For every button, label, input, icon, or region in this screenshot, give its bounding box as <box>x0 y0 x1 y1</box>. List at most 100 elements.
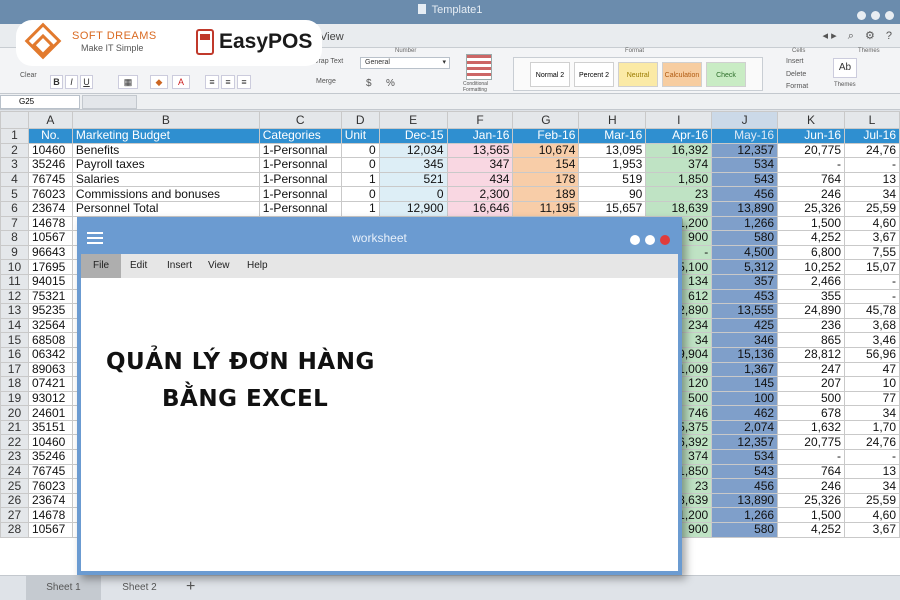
table-cell[interactable]: 3,46 <box>844 332 900 348</box>
table-cell[interactable]: - <box>844 273 900 290</box>
row-header[interactable]: 15 <box>0 332 29 348</box>
row-header[interactable]: 26 <box>0 492 29 509</box>
row-header[interactable]: 18 <box>0 376 29 392</box>
table-cell[interactable]: 24,890 <box>777 303 845 319</box>
table-cell[interactable]: 11,195 <box>512 200 580 217</box>
merge-button[interactable]: Merge <box>316 78 336 85</box>
row-header[interactable]: 16 <box>0 346 29 363</box>
sheet-tab-1[interactable]: Sheet 1 <box>26 576 101 600</box>
table-cell[interactable]: 1,850 <box>645 171 713 188</box>
table-cell[interactable]: 45,78 <box>844 303 900 319</box>
table-cell[interactable]: 500 <box>777 390 845 407</box>
table-cell[interactable]: 4,500 <box>711 244 779 261</box>
table-cell[interactable]: 13,565 <box>446 142 514 159</box>
table-cell[interactable]: 24,76 <box>844 434 900 451</box>
close-dot-icon[interactable] <box>660 235 670 245</box>
row-header[interactable]: 8 <box>0 230 29 246</box>
table-cell[interactable]: 20,775 <box>777 434 845 451</box>
table-cell[interactable]: 0 <box>340 186 380 202</box>
formula-input[interactable] <box>82 95 137 109</box>
table-cell[interactable]: 456 <box>711 478 779 494</box>
column-header[interactable]: L <box>844 111 900 129</box>
table-cell[interactable]: 89063 <box>27 361 73 378</box>
table-cell[interactable]: 1 <box>340 200 380 217</box>
table-cell[interactable]: 1-Personnal <box>258 142 342 159</box>
table-cell[interactable]: 93012 <box>27 390 73 407</box>
header-cell[interactable]: Dec-15 <box>378 128 448 144</box>
table-cell[interactable]: 10460 <box>27 434 73 451</box>
table-cell[interactable]: 178 <box>512 171 580 188</box>
column-header[interactable]: K <box>777 111 845 129</box>
table-cell[interactable]: 456 <box>711 186 779 202</box>
style-normal-2[interactable]: Normal 2 <box>530 62 570 87</box>
column-header[interactable]: G <box>512 111 580 129</box>
italic-button[interactable]: I <box>65 75 78 89</box>
column-header[interactable]: H <box>578 111 647 129</box>
table-cell[interactable]: 189 <box>512 186 580 202</box>
table-cell[interactable]: 18,639 <box>645 200 713 217</box>
maximize-dot-icon[interactable] <box>645 235 655 245</box>
bold-button[interactable]: B <box>50 75 63 89</box>
table-cell[interactable]: 246 <box>777 186 845 202</box>
table-cell[interactable]: 24601 <box>27 405 73 421</box>
clear-button[interactable]: Clear <box>20 72 37 79</box>
row-header[interactable]: 25 <box>0 478 29 494</box>
align-left-icon[interactable]: ≡ <box>205 75 219 89</box>
table-cell[interactable]: 75321 <box>27 288 73 305</box>
window-controls[interactable] <box>852 7 894 25</box>
table-cell[interactable]: 10 <box>844 376 900 392</box>
row-header[interactable]: 9 <box>0 244 29 261</box>
align-right-icon[interactable]: ≡ <box>237 75 251 89</box>
table-cell[interactable]: 25,59 <box>844 200 900 217</box>
table-cell[interactable]: 519 <box>578 171 647 188</box>
row-header[interactable]: 12 <box>0 288 29 305</box>
insert-cells-button[interactable]: Insert <box>786 58 804 65</box>
table-cell[interactable]: 56,96 <box>844 346 900 363</box>
column-header[interactable]: E <box>378 111 448 129</box>
row-header[interactable]: 3 <box>0 157 29 173</box>
table-cell[interactable]: 3,67 <box>844 230 900 246</box>
minimize-dot-icon[interactable] <box>630 235 640 245</box>
table-cell[interactable]: 24,76 <box>844 142 900 159</box>
conditional-formatting-icon[interactable] <box>466 54 492 80</box>
table-cell[interactable]: 100 <box>711 390 779 407</box>
table-cell[interactable]: 355 <box>777 288 845 305</box>
table-cell[interactable]: 453 <box>711 288 779 305</box>
table-cell[interactable]: 345 <box>378 157 448 173</box>
align-center-icon[interactable]: ≡ <box>221 75 235 89</box>
table-cell[interactable]: 17695 <box>27 259 73 275</box>
table-cell[interactable]: 1,367 <box>711 361 779 378</box>
table-cell[interactable]: 1,632 <box>777 419 845 436</box>
table-cell[interactable]: 346 <box>711 332 779 348</box>
table-cell[interactable]: Benefits <box>71 142 260 159</box>
table-cell[interactable]: 76745 <box>27 171 73 188</box>
table-cell[interactable]: 13,890 <box>711 200 779 217</box>
table-cell[interactable]: 246 <box>777 478 845 494</box>
table-cell[interactable]: 3,67 <box>844 522 900 538</box>
table-cell[interactable]: 4,60 <box>844 215 900 232</box>
table-cell[interactable]: 32564 <box>27 317 73 334</box>
table-cell[interactable]: 374 <box>645 157 713 173</box>
header-cell[interactable]: No. <box>27 128 73 144</box>
row-header[interactable]: 4 <box>0 171 29 188</box>
row-header[interactable]: 22 <box>0 434 29 451</box>
header-cell[interactable]: Feb-16 <box>512 128 580 144</box>
table-cell[interactable]: 07421 <box>27 376 73 392</box>
row-header[interactable]: 17 <box>0 361 29 378</box>
table-cell[interactable]: 1-Personnal <box>258 200 342 217</box>
table-cell[interactable]: 15,07 <box>844 259 900 275</box>
menu-help[interactable]: Help <box>235 254 280 278</box>
table-cell[interactable]: - <box>844 288 900 305</box>
table-cell[interactable]: 34 <box>844 405 900 421</box>
style-calculation[interactable]: Calculation <box>662 62 702 87</box>
name-box[interactable]: G25 <box>0 95 80 109</box>
style-percent-2[interactable]: Percent 2 <box>574 62 614 87</box>
table-cell[interactable]: 1-Personnal <box>258 186 342 202</box>
row-header[interactable]: 14 <box>0 317 29 334</box>
table-cell[interactable]: Payroll taxes <box>71 157 260 173</box>
table-cell[interactable]: 25,326 <box>777 492 845 509</box>
table-cell[interactable]: 28,812 <box>777 346 845 363</box>
row-header[interactable]: 13 <box>0 303 29 319</box>
table-cell[interactable]: 580 <box>711 230 779 246</box>
table-cell[interactable]: 1,266 <box>711 507 779 524</box>
